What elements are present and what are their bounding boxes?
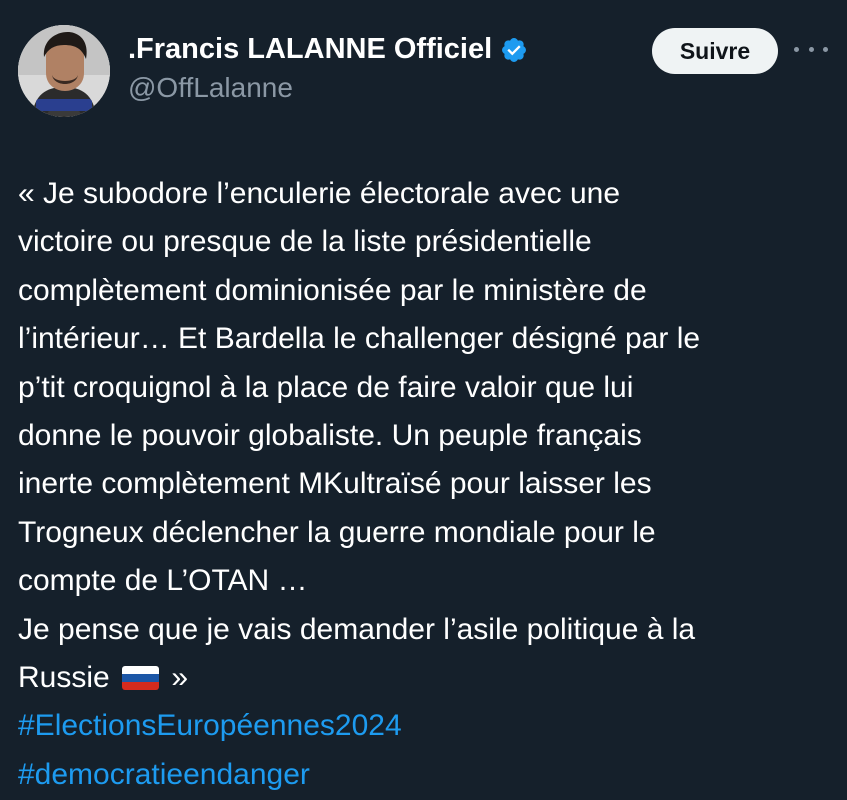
tweet-line: complètement dominionisée par le ministè… [18, 273, 647, 307]
tweet-line: inerte complètement MKultraïsé pour lais… [18, 467, 652, 501]
tweet-line: p’tit croquignol à la place de faire val… [18, 370, 634, 404]
tweet-line: l’intérieur… Et Bardella le challenger d… [18, 322, 701, 356]
tweet-last-word: Russie [18, 660, 110, 694]
tweet-line: compte de L’OTAN … [18, 564, 308, 598]
tweet-line: victoire ou presque de la liste présiden… [18, 225, 592, 259]
display-name-row: .Francis LALANNE Officiel [128, 33, 528, 66]
more-horizontal-icon[interactable] [794, 39, 828, 59]
closing-quote: » [171, 660, 189, 694]
profile-photo-icon [18, 25, 110, 117]
hashtag-link[interactable]: #democratieendanger [18, 751, 829, 799]
tweet-line: Je pense que je vais demander l’asile po… [18, 612, 696, 646]
more-dot [823, 46, 828, 52]
tweet-header: .Francis LALANNE Officiel @OffLalanne Su… [18, 25, 829, 117]
verified-badge-icon [502, 37, 527, 62]
avatar[interactable] [18, 25, 110, 117]
display-name[interactable]: .Francis LALANNE Officiel [128, 33, 492, 66]
tweet-line-last: Russie » [18, 654, 829, 702]
author-handle[interactable]: @OffLalanne [128, 72, 528, 104]
russia-flag-icon [122, 665, 160, 690]
follow-button[interactable]: Suivre [652, 28, 778, 74]
author-names: .Francis LALANNE Officiel @OffLalanne [128, 33, 528, 104]
tweet-text: « Je subodore l’enculerie électorale ave… [18, 170, 829, 799]
tweet-card: .Francis LALANNE Officiel @OffLalanne Su… [0, 0, 847, 800]
more-dot [808, 46, 814, 52]
tweet-line: donne le pouvoir globaliste. Un peuple f… [18, 418, 642, 452]
tweet-line: Trogneux déclencher la guerre mondiale p… [18, 515, 656, 549]
more-dot [794, 46, 799, 52]
tweet-line: « Je subodore l’enculerie électorale ave… [18, 177, 621, 210]
hashtag-link[interactable]: #ElectionsEuropéennes2024 [18, 702, 829, 750]
